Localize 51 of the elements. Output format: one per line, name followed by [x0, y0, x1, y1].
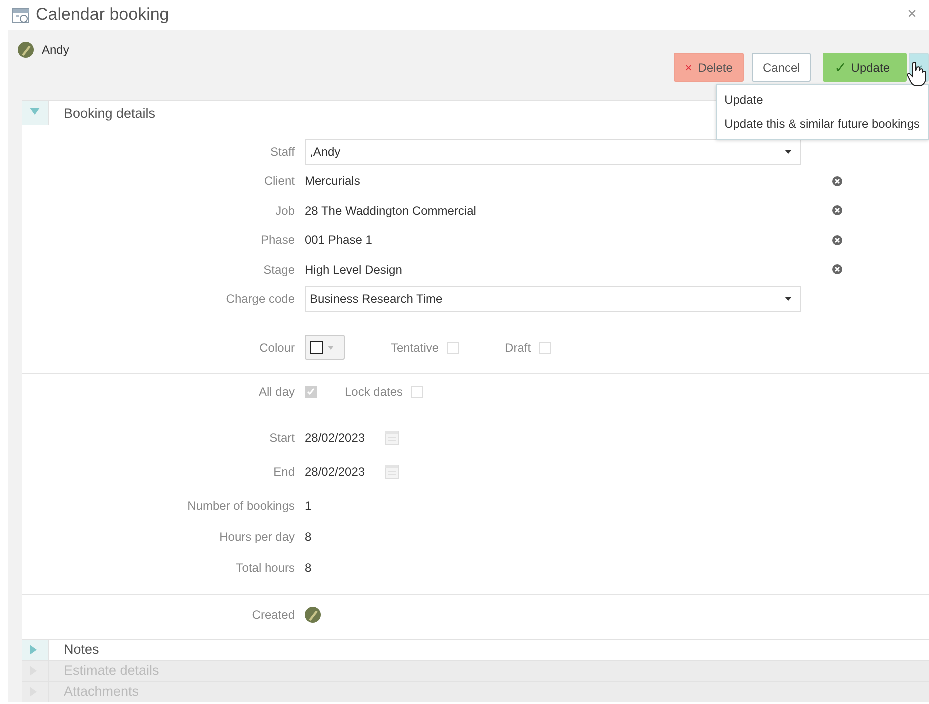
select-field[interactable]: ,Andy — [305, 138, 801, 165]
date-value: 28/02/2023 — [305, 430, 366, 444]
checkbox-label: Lock dates — [345, 384, 404, 398]
delete-button[interactable]: × Delete — [674, 53, 744, 82]
clear-icon[interactable] — [832, 234, 843, 246]
field-label: Number of bookings — [186, 499, 296, 513]
checkbox-label: Draft — [505, 340, 532, 355]
field-value: High Level Design — [305, 262, 402, 277]
dropdown-arrow-icon — [785, 150, 792, 154]
field-label: End — [272, 464, 296, 478]
field-value: 1 — [305, 499, 312, 513]
dropdown-arrow-icon — [785, 297, 792, 302]
field-label: Created — [251, 608, 296, 622]
avatar-icon — [305, 606, 321, 622]
field-label: Staff — [270, 144, 296, 159]
user-name: Andy — [42, 43, 70, 57]
field-label: Colour — [258, 340, 296, 355]
field-value: 001 Phase 1 — [305, 233, 372, 248]
field-label: Total hours — [235, 561, 296, 575]
clear-icon[interactable] — [832, 176, 843, 187]
checkbox[interactable] — [305, 386, 317, 398]
calendar-icon — [385, 464, 400, 479]
calendar-icon — [385, 430, 400, 445]
checkbox[interactable] — [447, 342, 460, 354]
field-value: 8 — [305, 530, 312, 544]
calendar-icon — [12, 6, 30, 24]
field-value: Mercurials — [305, 174, 360, 188]
field-label: Client — [263, 174, 296, 188]
field-label: Job — [274, 204, 296, 218]
field-value: 8 — [305, 561, 312, 575]
checkbox-label: Tentative — [391, 340, 440, 355]
colour-picker[interactable] — [305, 335, 345, 360]
cancel-button[interactable]: Cancel — [752, 53, 812, 82]
field-label: All day — [258, 384, 296, 398]
field-label: Charge code — [225, 292, 296, 306]
checkbox[interactable] — [411, 386, 424, 398]
check-icon — [306, 387, 316, 396]
select-field[interactable]: Business Research Time — [305, 286, 801, 312]
field-value: 28 The Waddington Commercial — [305, 204, 476, 218]
section-header[interactable]: Notes — [22, 638, 929, 660]
window-title: Calendar booking — [36, 5, 170, 25]
clear-icon[interactable] — [832, 205, 843, 216]
avatar-icon — [18, 42, 34, 58]
checkbox[interactable] — [539, 342, 552, 354]
field-label: Hours per day — [218, 530, 296, 544]
clear-icon[interactable] — [832, 264, 843, 276]
field-label: Phase — [260, 233, 296, 248]
date-value: 28/02/2023 — [305, 464, 366, 478]
field-label: Start — [268, 430, 296, 444]
field-label: Stage — [262, 262, 296, 277]
update-button[interactable]: ✓ Update — [823, 53, 907, 82]
